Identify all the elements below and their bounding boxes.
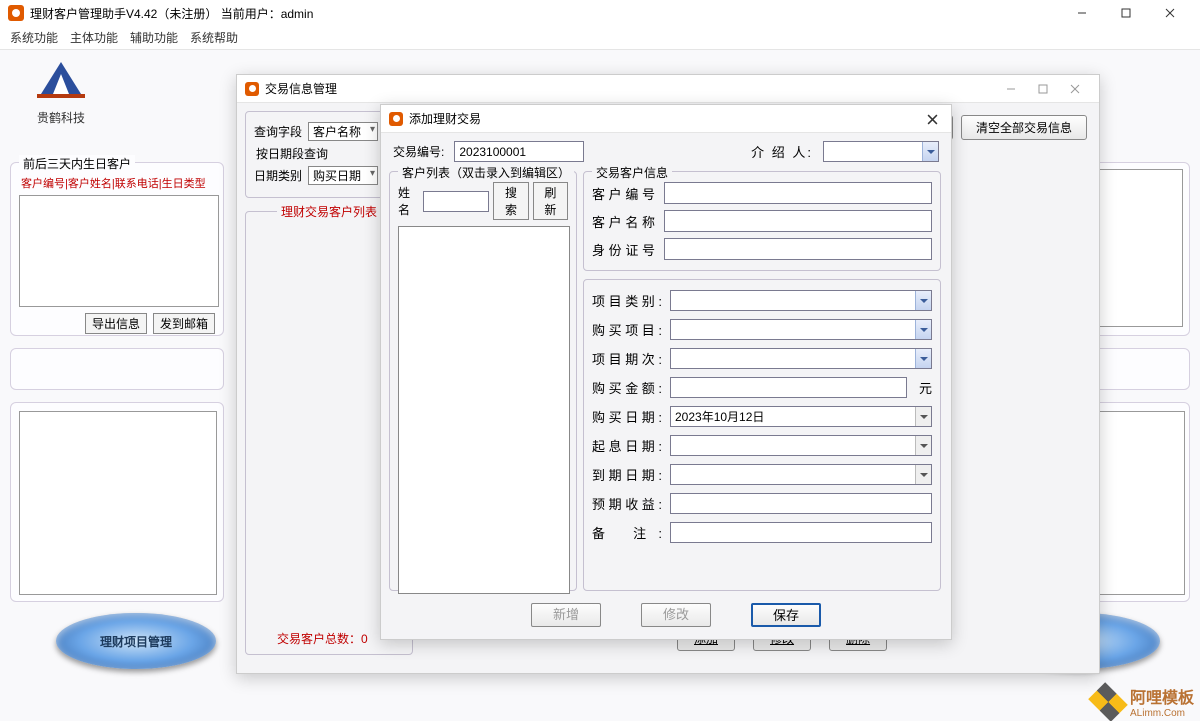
remark-input[interactable]	[670, 522, 932, 543]
client-list-legend: 客户列表（双击录入到编辑区）	[398, 164, 574, 181]
amount-unit: 元	[919, 378, 932, 397]
trade-client-count: 交易客户总数：0	[277, 630, 368, 647]
proj-phase-combo[interactable]	[670, 348, 932, 369]
menu-assist[interactable]: 辅助功能	[130, 29, 178, 46]
birthday-panel: 前后三天内生日客户 客户编号|客户姓名|联系电话|生日类型 导出信息 发到邮箱	[10, 162, 224, 336]
due-date-label: 到期日期:	[592, 465, 662, 484]
client-listbox[interactable]	[398, 226, 570, 594]
buy-proj-combo[interactable]	[670, 319, 932, 340]
proj-type-label: 项目类别:	[592, 291, 662, 310]
logo-area: 贵鹤科技	[16, 54, 106, 126]
add-trade-dialog: 添加理财交易 交易编号: 介 绍 人: 客户列表（双击录入到编辑区） 姓名 搜索…	[380, 104, 952, 640]
buy-date-label: 购买日期:	[592, 407, 662, 426]
chevron-down-icon[interactable]	[915, 349, 931, 368]
trade-info-title: 交易信息管理	[265, 80, 337, 97]
modify-button: 修改	[641, 603, 711, 627]
minimize-button[interactable]	[1060, 0, 1104, 26]
introducer-combo[interactable]	[823, 141, 939, 162]
chevron-down-icon[interactable]	[915, 465, 931, 484]
client-info-fieldset: 交易客户信息 客户编号 客户名称 身份证号	[583, 171, 941, 271]
maximize-button[interactable]	[1104, 0, 1148, 26]
send-mail-button[interactable]: 发到邮箱	[153, 313, 215, 334]
client-list-fieldset: 客户列表（双击录入到编辑区） 姓名 搜索 刷新	[389, 171, 577, 591]
proj-type-combo[interactable]	[670, 290, 932, 311]
name-label: 姓名	[398, 184, 419, 218]
chevron-down-icon[interactable]	[915, 407, 931, 426]
interest-date-picker[interactable]	[670, 435, 932, 456]
close-button[interactable]	[1148, 0, 1192, 26]
watermark-sub: ALimm.Com	[1130, 708, 1194, 719]
app-icon	[389, 112, 403, 126]
proj-phase-label: 项目期次:	[592, 349, 662, 368]
refresh-button[interactable]: 刷新	[533, 182, 568, 220]
chevron-down-icon[interactable]	[915, 320, 931, 339]
inner1-minimize[interactable]	[995, 77, 1027, 101]
menu-help[interactable]: 系统帮助	[190, 29, 238, 46]
chevron-down-icon[interactable]	[915, 436, 931, 455]
app-icon	[245, 82, 259, 96]
menu-system[interactable]: 系统功能	[10, 29, 58, 46]
client-name-input[interactable]	[664, 210, 932, 232]
date-type-select[interactable]: 购买日期	[308, 166, 378, 185]
expected-input[interactable]	[670, 493, 932, 514]
trade-no-input[interactable]	[454, 141, 584, 162]
client-no-label: 客户编号	[592, 184, 656, 203]
app-icon	[8, 5, 24, 21]
project-fieldset: 项目类别: 购买项目: 项目期次: 购买金额: 元 购买日期: 2023年10月12…	[583, 279, 941, 591]
client-no-input[interactable]	[664, 182, 932, 204]
menu-main[interactable]: 主体功能	[70, 29, 118, 46]
left-lower-list[interactable]	[19, 411, 217, 595]
logo-icon	[30, 54, 92, 102]
date-type-label: 日期类别	[254, 167, 302, 184]
remark-label: 备 注:	[592, 523, 662, 542]
id-no-label: 身份证号	[592, 240, 656, 259]
add-trade-title: 添加理财交易	[409, 110, 481, 127]
due-date-picker[interactable]	[670, 464, 932, 485]
query-field-select[interactable]: 客户名称	[308, 122, 378, 141]
menubar: 系统功能 主体功能 辅助功能 系统帮助	[0, 26, 1200, 50]
search-button[interactable]: 搜索	[493, 182, 528, 220]
inner1-maximize[interactable]	[1027, 77, 1059, 101]
trade-info-titlebar: 交易信息管理	[237, 75, 1099, 103]
watermark-icon	[1088, 682, 1128, 721]
client-info-legend: 交易客户信息	[592, 164, 672, 181]
trade-client-list-title: 理财交易客户列表	[277, 203, 381, 220]
clear-all-button[interactable]: 清空全部交易信息	[961, 115, 1087, 140]
id-no-input[interactable]	[664, 238, 932, 260]
main-titlebar: 理财客户管理助手V4.42（未注册） 当前用户：admin	[0, 0, 1200, 26]
client-name-label: 客户名称	[592, 212, 656, 231]
birthday-columns: 客户编号|客户姓名|联系电话|生日类型	[21, 175, 217, 191]
buy-proj-label: 购买项目:	[592, 320, 662, 339]
finance-project-mgmt-button[interactable]: 理财项目管理	[56, 613, 216, 669]
introducer-label: 介 绍 人:	[751, 142, 813, 161]
logo-caption: 贵鹤科技	[16, 109, 106, 126]
save-button[interactable]: 保存	[751, 603, 821, 627]
buy-amount-label: 购买金额:	[592, 378, 662, 397]
add-trade-titlebar: 添加理财交易	[381, 105, 951, 133]
inner1-close[interactable]	[1059, 77, 1091, 101]
name-search-input[interactable]	[423, 191, 489, 212]
interest-date-label: 起息日期:	[592, 436, 662, 455]
chevron-down-icon[interactable]	[922, 142, 938, 161]
left-lower-panel	[10, 402, 224, 602]
buy-amount-input[interactable]	[670, 377, 907, 398]
birthday-panel-title: 前后三天内生日客户	[19, 155, 135, 172]
query-group: 查询字段 客户名称 按日期段查询 日期类别 购买日期	[245, 111, 385, 198]
trade-no-label: 交易编号:	[393, 143, 444, 160]
birthday-list[interactable]	[19, 195, 219, 307]
date-query-label: 按日期段查询	[256, 145, 376, 162]
query-field-label: 查询字段	[254, 123, 302, 140]
export-button[interactable]: 导出信息	[85, 313, 147, 334]
buy-date-picker[interactable]: 2023年10月12日	[670, 406, 932, 427]
left-mid-panel	[10, 348, 224, 390]
chevron-down-icon[interactable]	[915, 291, 931, 310]
watermark: 阿哩模板 ALimm.Com	[1092, 684, 1194, 719]
dialog-close-button[interactable]	[921, 108, 943, 130]
main-window-title: 理财客户管理助手V4.42（未注册） 当前用户：admin	[30, 5, 313, 22]
new-button: 新增	[531, 603, 601, 627]
expected-label: 预期收益:	[592, 494, 662, 513]
watermark-text: 阿哩模板	[1130, 684, 1194, 708]
